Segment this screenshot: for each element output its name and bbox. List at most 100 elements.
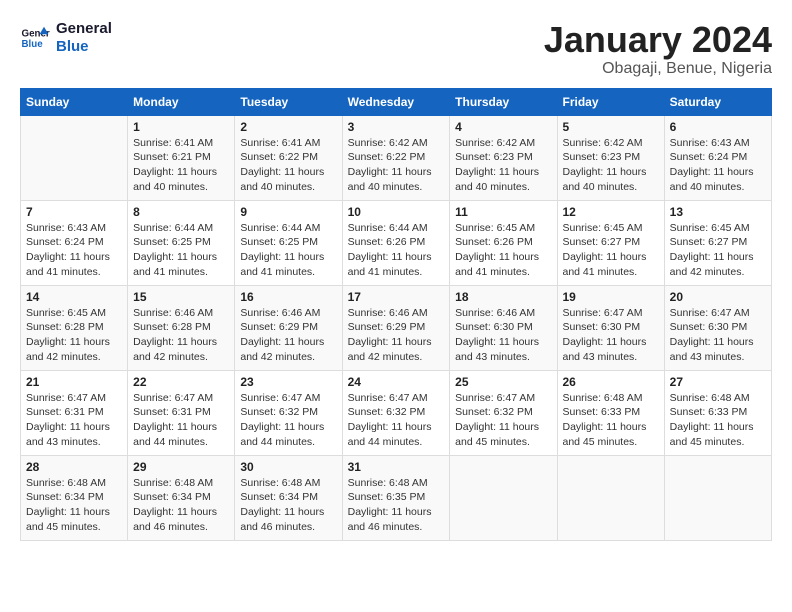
calendar-cell: 29Sunrise: 6:48 AMSunset: 6:34 PMDayligh…: [128, 455, 235, 540]
day-number: 18: [455, 290, 551, 304]
calendar-cell: 13 Sunrise: 6:45 AMSunset: 6:27 PMDayligh…: [664, 200, 771, 285]
header-saturday: Saturday: [664, 88, 771, 115]
calendar-cell: 24Sunrise: 6:47 AMSunset: 6:32 PMDayligh…: [342, 370, 450, 455]
calendar-cell: 9Sunrise: 6:44 AMSunset: 6:25 PMDaylight…: [235, 200, 342, 285]
calendar-cell: 14Sunrise: 6:45 AMSunset: 6:28 PMDayligh…: [21, 285, 128, 370]
day-number: 31: [348, 460, 445, 474]
calendar-cell: 2 Sunrise: 6:41 AMSunset: 6:22 PMDaylight…: [235, 115, 342, 200]
day-number: 15: [133, 290, 229, 304]
calendar-cell: 11 Sunrise: 6:45 AMSunset: 6:26 PMDayligh…: [450, 200, 557, 285]
header-friday: Friday: [557, 88, 664, 115]
logo: General Blue General Blue: [20, 20, 112, 56]
day-number: 11: [455, 205, 551, 219]
day-number: 19: [563, 290, 659, 304]
calendar-cell: 23Sunrise: 6:47 AMSunset: 6:32 PMDayligh…: [235, 370, 342, 455]
week-row-2: 7 Sunrise: 6:43 AMSunset: 6:24 PMDaylight…: [21, 200, 772, 285]
calendar-cell: 28 Sunrise: 6:48 AMSunset: 6:34 PMDayligh…: [21, 455, 128, 540]
day-info: Sunrise: 6:47 AMSunset: 6:31 PMDaylight:…: [26, 391, 122, 450]
logo-line2: Blue: [56, 38, 112, 56]
logo-line1: General: [56, 20, 112, 38]
day-info: Sunrise: 6:46 AMSunset: 6:29 PMDaylight:…: [348, 306, 445, 365]
day-info: Sunrise: 6:43 AMSunset: 6:24 PMDaylight:…: [26, 221, 122, 280]
week-row-5: 28 Sunrise: 6:48 AMSunset: 6:34 PMDayligh…: [21, 455, 772, 540]
day-number: 29: [133, 460, 229, 474]
day-number: 21: [26, 375, 122, 389]
day-number: 24: [348, 375, 445, 389]
calendar-cell: 3 Sunrise: 6:42 AMSunset: 6:22 PMDaylight…: [342, 115, 450, 200]
calendar-cell: 18 Sunrise: 6:46 AMSunset: 6:30 PMDayligh…: [450, 285, 557, 370]
week-row-3: 14Sunrise: 6:45 AMSunset: 6:28 PMDayligh…: [21, 285, 772, 370]
calendar-cell: 7 Sunrise: 6:43 AMSunset: 6:24 PMDaylight…: [21, 200, 128, 285]
calendar-cell: 1 Sunrise: 6:41 AMSunset: 6:21 PMDaylight…: [128, 115, 235, 200]
day-info: Sunrise: 6:42 AMSunset: 6:23 PMDaylight:…: [455, 136, 551, 195]
day-info: Sunrise: 6:46 AMSunset: 6:28 PMDaylight:…: [133, 306, 229, 365]
header-sunday: Sunday: [21, 88, 128, 115]
day-info: Sunrise: 6:47 AMSunset: 6:32 PMDaylight:…: [240, 391, 336, 450]
day-info: Sunrise: 6:41 AMSunset: 6:21 PMDaylight:…: [133, 136, 229, 195]
calendar-cell: 25 Sunrise: 6:47 AMSunset: 6:32 PMDayligh…: [450, 370, 557, 455]
day-info: Sunrise: 6:47 AMSunset: 6:31 PMDaylight:…: [133, 391, 229, 450]
day-number: 28: [26, 460, 122, 474]
day-info: Sunrise: 6:48 AMSunset: 6:33 PMDaylight:…: [563, 391, 659, 450]
day-info: Sunrise: 6:42 AMSunset: 6:22 PMDaylight:…: [348, 136, 445, 195]
day-info: Sunrise: 6:46 AMSunset: 6:30 PMDaylight:…: [455, 306, 551, 365]
calendar-cell: 16 Sunrise: 6:46 AMSunset: 6:29 PMDayligh…: [235, 285, 342, 370]
day-info: Sunrise: 6:44 AMSunset: 6:25 PMDaylight:…: [133, 221, 229, 280]
location-title: Obagaji, Benue, Nigeria: [544, 60, 772, 78]
day-number: 25: [455, 375, 551, 389]
header-tuesday: Tuesday: [235, 88, 342, 115]
day-number: 16: [240, 290, 336, 304]
day-number: 2: [240, 120, 336, 134]
day-number: 22: [133, 375, 229, 389]
day-info: Sunrise: 6:48 AMSunset: 6:34 PMDaylight:…: [26, 476, 122, 535]
header-wednesday: Wednesday: [342, 88, 450, 115]
page-header: General Blue General Blue January 2024 O…: [20, 20, 772, 78]
day-number: 7: [26, 205, 122, 219]
day-info: Sunrise: 6:41 AMSunset: 6:22 PMDaylight:…: [240, 136, 336, 195]
day-info: Sunrise: 6:48 AMSunset: 6:33 PMDaylight:…: [670, 391, 766, 450]
day-number: 1: [133, 120, 229, 134]
day-number: 27: [670, 375, 766, 389]
calendar-cell: 19 Sunrise: 6:47 AMSunset: 6:30 PMDayligh…: [557, 285, 664, 370]
day-info: Sunrise: 6:45 AMSunset: 6:27 PMDaylight:…: [670, 221, 766, 280]
day-number: 17: [348, 290, 445, 304]
calendar-cell: 27 Sunrise: 6:48 AMSunset: 6:33 PMDayligh…: [664, 370, 771, 455]
header-monday: Monday: [128, 88, 235, 115]
day-info: Sunrise: 6:46 AMSunset: 6:29 PMDaylight:…: [240, 306, 336, 365]
day-info: Sunrise: 6:47 AMSunset: 6:30 PMDaylight:…: [563, 306, 659, 365]
day-number: 4: [455, 120, 551, 134]
day-info: Sunrise: 6:45 AMSunset: 6:27 PMDaylight:…: [563, 221, 659, 280]
day-info: Sunrise: 6:42 AMSunset: 6:23 PMDaylight:…: [563, 136, 659, 195]
calendar-cell: 17 Sunrise: 6:46 AMSunset: 6:29 PMDayligh…: [342, 285, 450, 370]
day-number: 30: [240, 460, 336, 474]
day-info: Sunrise: 6:44 AMSunset: 6:25 PMDaylight:…: [240, 221, 336, 280]
logo-icon: General Blue: [20, 23, 50, 53]
calendar-cell: 12 Sunrise: 6:45 AMSunset: 6:27 PMDayligh…: [557, 200, 664, 285]
calendar-cell: [557, 455, 664, 540]
day-number: 26: [563, 375, 659, 389]
calendar-cell: 21 Sunrise: 6:47 AMSunset: 6:31 PMDayligh…: [21, 370, 128, 455]
day-info: Sunrise: 6:45 AMSunset: 6:26 PMDaylight:…: [455, 221, 551, 280]
day-info: Sunrise: 6:47 AMSunset: 6:32 PMDaylight:…: [455, 391, 551, 450]
day-number: 5: [563, 120, 659, 134]
calendar-cell: 20Sunrise: 6:47 AMSunset: 6:30 PMDayligh…: [664, 285, 771, 370]
calendar-cell: 30 Sunrise: 6:48 AMSunset: 6:34 PMDayligh…: [235, 455, 342, 540]
day-number: 14: [26, 290, 122, 304]
day-number: 3: [348, 120, 445, 134]
day-number: 8: [133, 205, 229, 219]
header-thursday: Thursday: [450, 88, 557, 115]
day-info: Sunrise: 6:48 AMSunset: 6:34 PMDaylight:…: [240, 476, 336, 535]
calendar-cell: 10 Sunrise: 6:44 AMSunset: 6:26 PMDayligh…: [342, 200, 450, 285]
svg-text:Blue: Blue: [22, 39, 44, 50]
calendar-cell: 6Sunrise: 6:43 AMSunset: 6:24 PMDaylight…: [664, 115, 771, 200]
day-number: 12: [563, 205, 659, 219]
day-number: 10: [348, 205, 445, 219]
week-row-4: 21 Sunrise: 6:47 AMSunset: 6:31 PMDayligh…: [21, 370, 772, 455]
day-number: 13: [670, 205, 766, 219]
calendar-cell: 8 Sunrise: 6:44 AMSunset: 6:25 PMDaylight…: [128, 200, 235, 285]
calendar-cell: 26 Sunrise: 6:48 AMSunset: 6:33 PMDayligh…: [557, 370, 664, 455]
title-block: January 2024 Obagaji, Benue, Nigeria: [544, 20, 772, 78]
day-info: Sunrise: 6:44 AMSunset: 6:26 PMDaylight:…: [348, 221, 445, 280]
calendar-cell: 15 Sunrise: 6:46 AMSunset: 6:28 PMDayligh…: [128, 285, 235, 370]
day-number: 6: [670, 120, 766, 134]
